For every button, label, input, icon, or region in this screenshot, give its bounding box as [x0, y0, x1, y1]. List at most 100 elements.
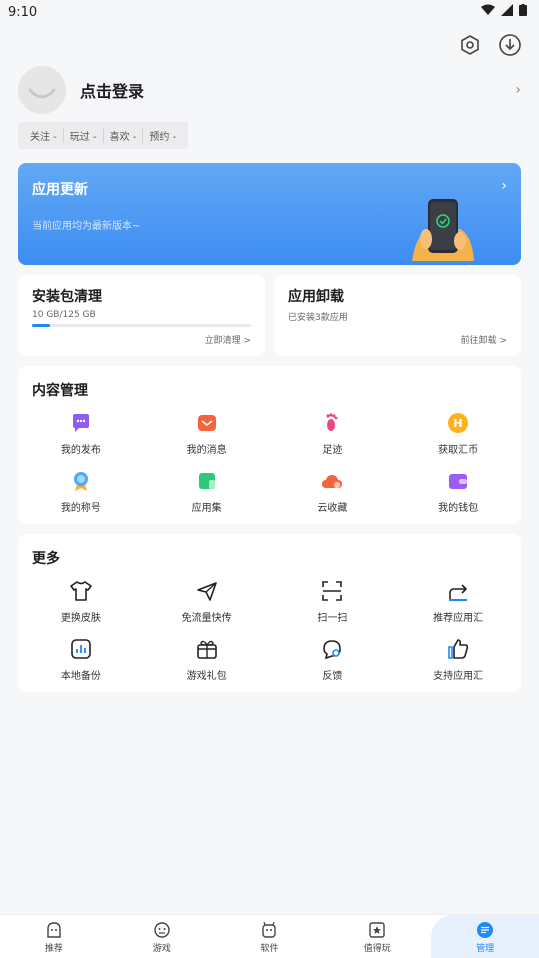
- scan-item[interactable]: 扫一扫: [270, 578, 396, 624]
- uninstall-title: 应用卸载: [288, 289, 344, 305]
- footprint-item[interactable]: 足迹: [270, 410, 396, 456]
- local-backup-item[interactable]: 本地备份: [18, 636, 144, 682]
- chat-bubble-icon: [68, 410, 94, 436]
- stat-played[interactable]: 玩过 -: [64, 128, 104, 143]
- my-posts-item[interactable]: 我的发布: [18, 410, 144, 456]
- more-title: 更多: [32, 551, 60, 567]
- grid-item-label: 获取汇币: [438, 445, 479, 456]
- tab-manage[interactable]: 管理: [431, 915, 539, 958]
- settings-icon[interactable]: [457, 32, 483, 58]
- earn-coins-item[interactable]: H 获取汇币: [395, 410, 521, 456]
- tab-recommend[interactable]: 推荐: [0, 915, 108, 958]
- my-title-item[interactable]: 我的称号: [18, 468, 144, 514]
- tab-label: 软件: [260, 944, 279, 954]
- gift-icon: [194, 636, 220, 662]
- grid-item-label: 推荐应用汇: [433, 613, 484, 624]
- grid-item-label: 扫一扫: [317, 613, 348, 624]
- app-collection-icon: [194, 468, 220, 494]
- package-clean-card[interactable]: 安装包清理 10 GB/125 GB 立即清理 >: [18, 275, 265, 356]
- manage-icon: [474, 919, 496, 941]
- feedback-item[interactable]: 反馈: [270, 636, 396, 682]
- grid-item-label: 反馈: [322, 671, 343, 682]
- game-gift-item[interactable]: 游戏礼包: [144, 636, 270, 682]
- login-label[interactable]: 点击登录: [80, 78, 144, 102]
- star-icon: [366, 919, 388, 941]
- app-update-banner[interactable]: 应用更新 当前应用均为最新版本~ ›: [18, 163, 521, 265]
- cloud-favorites-item[interactable]: 云收藏: [270, 468, 396, 514]
- uninstall-card[interactable]: 应用卸载 已安装3款应用 前往卸载 >: [274, 275, 521, 356]
- status-bar: 9:10: [0, 0, 539, 24]
- grid-item-label: 我的发布: [60, 445, 101, 456]
- feedback-icon: [319, 636, 345, 662]
- app-collection-item[interactable]: 应用集: [144, 468, 270, 514]
- grid-item-label: 本地备份: [60, 671, 101, 682]
- grid-item-label: 我的钱包: [438, 503, 479, 514]
- wifi-icon: [481, 4, 495, 20]
- mail-icon: [194, 410, 220, 436]
- grid-item-label: 足迹: [322, 445, 343, 456]
- grid-item-label: 我的称号: [60, 503, 101, 514]
- my-wallet-item[interactable]: 我的钱包: [395, 468, 521, 514]
- software-icon: [258, 919, 280, 941]
- chevron-right-icon[interactable]: ›: [501, 178, 507, 194]
- tab-games[interactable]: 游戏: [108, 915, 216, 958]
- paper-plane-icon: [194, 578, 220, 604]
- tab-label: 游戏: [152, 944, 171, 954]
- cloud-icon: [319, 468, 345, 494]
- grid-item-label: 应用集: [191, 503, 222, 514]
- stats-bar: 关注 - 玩过 - 喜欢 - 预约 -: [18, 122, 189, 149]
- thumbs-up-icon: [445, 636, 471, 662]
- footprint-icon: [319, 410, 345, 436]
- banner-title: 应用更新: [32, 182, 88, 198]
- tab-label: 管理: [476, 944, 495, 954]
- support-app-item[interactable]: 支持应用汇: [395, 636, 521, 682]
- tab-software[interactable]: 软件: [216, 915, 324, 958]
- battery-icon: [519, 4, 527, 20]
- tshirt-icon: [68, 578, 94, 604]
- storage-usage: 10 GB/125 GB: [32, 310, 96, 320]
- signal-icon: [501, 4, 513, 20]
- badge-icon: [68, 468, 94, 494]
- chevron-right-icon[interactable]: ›: [515, 82, 521, 98]
- fast-transfer-item[interactable]: 免流量快传: [144, 578, 270, 624]
- phone-illustration-icon: [412, 195, 476, 265]
- grid-item-label: 我的消息: [186, 445, 227, 456]
- backup-icon: [68, 636, 94, 662]
- profile-header[interactable]: 点击登录 ›: [18, 66, 521, 114]
- scan-icon: [319, 578, 345, 604]
- status-time: 9:10: [8, 4, 38, 20]
- stat-liked[interactable]: 喜欢 -: [104, 128, 144, 143]
- grid-item-label: 免流量快传: [181, 613, 232, 624]
- package-clean-title: 安装包清理: [32, 289, 102, 305]
- stat-follow[interactable]: 关注 -: [24, 128, 64, 143]
- grid-item-label: 游戏礼包: [186, 671, 227, 682]
- stat-reserved[interactable]: 预约 -: [143, 128, 182, 143]
- game-icon: [151, 919, 173, 941]
- storage-progress-fill: [32, 324, 50, 327]
- more-card: 更多 更换皮肤 免流量快传 扫一扫 推荐应用汇 本地备份 游戏礼包 反馈 支持应…: [18, 534, 521, 692]
- banner-subtitle: 当前应用均为最新版本~: [32, 221, 141, 232]
- storage-progress: [32, 324, 251, 327]
- grid-item-label: 更换皮肤: [60, 613, 101, 624]
- change-skin-item[interactable]: 更换皮肤: [18, 578, 144, 624]
- svg-text:H: H: [454, 417, 463, 430]
- bottom-tab-bar: 推荐 游戏 软件 值得玩 管理: [0, 914, 539, 958]
- avatar[interactable]: [18, 66, 66, 114]
- recommend-app-item[interactable]: 推荐应用汇: [395, 578, 521, 624]
- my-messages-item[interactable]: 我的消息: [144, 410, 270, 456]
- installed-count: 已安装3款应用: [288, 313, 348, 323]
- grid-item-label: 云收藏: [317, 503, 348, 514]
- content-management-card: 内容管理 我的发布 我的消息 足迹 H 获取汇币 我的称号 应用集 云收藏 我的…: [18, 366, 521, 524]
- clean-now-link[interactable]: 立即清理 >: [205, 333, 251, 346]
- wallet-icon: [445, 468, 471, 494]
- tab-label: 值得玩: [363, 944, 391, 954]
- grid-item-label: 支持应用汇: [433, 671, 484, 682]
- coin-icon: H: [445, 410, 471, 436]
- tab-label: 推荐: [44, 944, 63, 954]
- content-management-title: 内容管理: [32, 383, 88, 399]
- recommend-icon: [43, 919, 65, 941]
- tab-worth-playing[interactable]: 值得玩: [323, 915, 431, 958]
- go-uninstall-link[interactable]: 前往卸载 >: [461, 333, 507, 346]
- share-icon: [445, 578, 471, 604]
- download-icon[interactable]: [497, 32, 523, 58]
